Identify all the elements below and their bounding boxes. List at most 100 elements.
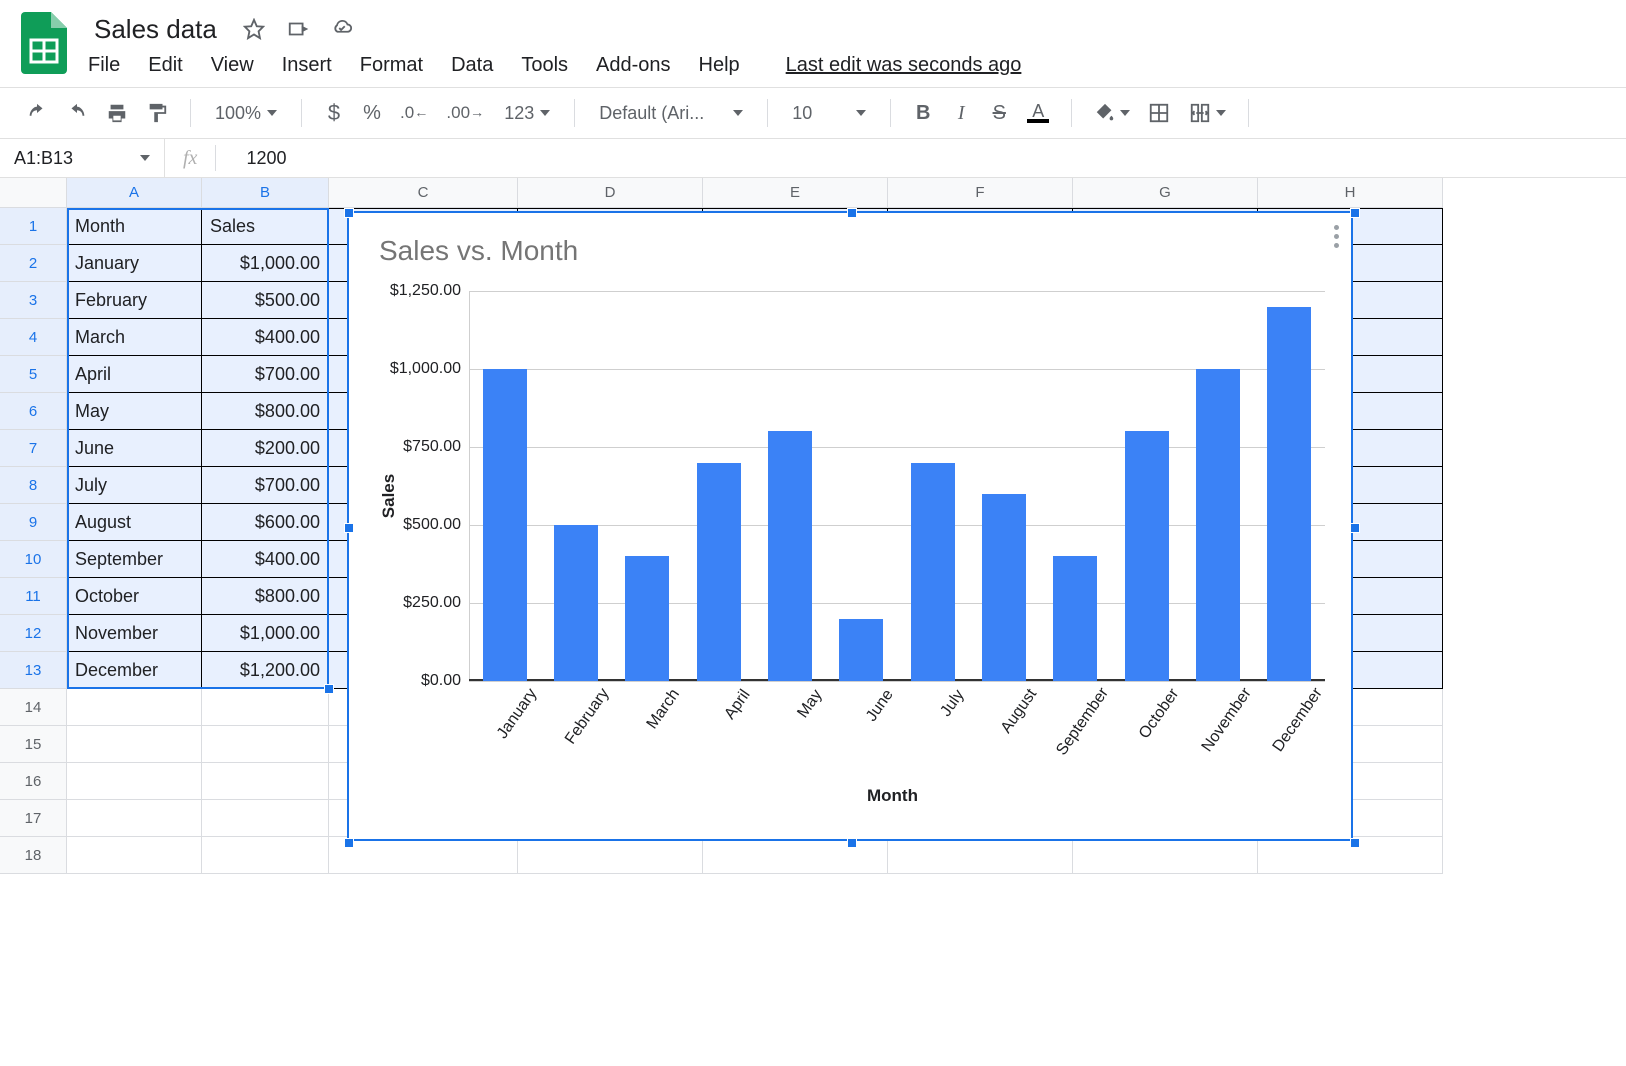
cell-B9[interactable]: $600.00 [202,504,329,541]
column-header-F[interactable]: F [888,178,1073,208]
cell-E18[interactable] [703,837,888,874]
cell-D18[interactable] [518,837,703,874]
menu-view[interactable]: View [211,54,254,77]
cell-A17[interactable] [67,800,202,837]
chart-resize-handle[interactable] [847,208,857,218]
italic-button[interactable]: I [945,95,977,131]
cell-A4[interactable]: March [67,319,202,356]
cell-B5[interactable]: $700.00 [202,356,329,393]
merge-cells-button[interactable] [1182,95,1232,131]
font-select[interactable]: Default (Ari... [591,103,751,124]
row-header-9[interactable]: 9 [0,504,67,541]
cell-B4[interactable]: $400.00 [202,319,329,356]
sheets-logo-icon[interactable] [18,8,70,78]
menu-addons[interactable]: Add-ons [596,54,671,77]
cell-A9[interactable]: August [67,504,202,541]
cell-B10[interactable]: $400.00 [202,541,329,578]
paint-format-button[interactable] [140,95,174,131]
strikethrough-button[interactable]: S [983,95,1015,131]
cell-B1[interactable]: Sales [202,208,329,245]
cell-A1[interactable]: Month [67,208,202,245]
row-header-3[interactable]: 3 [0,282,67,319]
chart-bar[interactable] [697,463,741,681]
chart-resize-handle[interactable] [1350,523,1360,533]
menu-format[interactable]: Format [360,54,423,77]
cell-A15[interactable] [67,726,202,763]
move-icon[interactable] [285,16,311,42]
decrease-decimal-button[interactable]: .0← [394,95,434,131]
redo-button[interactable] [60,95,94,131]
last-edit-link[interactable]: Last edit was seconds ago [786,54,1022,77]
percent-button[interactable]: % [356,95,388,131]
menu-file[interactable]: File [88,54,120,77]
row-header-14[interactable]: 14 [0,689,67,726]
row-header-1[interactable]: 1 [0,208,67,245]
chart-bar[interactable] [1196,369,1240,681]
cell-B17[interactable] [202,800,329,837]
cell-A10[interactable]: September [67,541,202,578]
cell-B3[interactable]: $500.00 [202,282,329,319]
row-header-6[interactable]: 6 [0,393,67,430]
cell-A14[interactable] [67,689,202,726]
selection-handle[interactable] [324,684,334,694]
chart-bar[interactable] [911,463,955,681]
column-header-G[interactable]: G [1073,178,1258,208]
cell-B7[interactable]: $200.00 [202,430,329,467]
bold-button[interactable]: B [907,95,939,131]
chart-menu-icon[interactable] [1334,225,1339,248]
row-header-4[interactable]: 4 [0,319,67,356]
cell-A18[interactable] [67,837,202,874]
cell-A13[interactable]: December [67,652,202,689]
row-header-11[interactable]: 11 [0,578,67,615]
column-header-B[interactable]: B [202,178,329,208]
cell-B12[interactable]: $1,000.00 [202,615,329,652]
row-header-10[interactable]: 10 [0,541,67,578]
cell-B11[interactable]: $800.00 [202,578,329,615]
cell-B6[interactable]: $800.00 [202,393,329,430]
cell-C18[interactable] [329,837,518,874]
column-header-E[interactable]: E [703,178,888,208]
row-header-7[interactable]: 7 [0,430,67,467]
column-header-C[interactable]: C [329,178,518,208]
chart-bar[interactable] [982,494,1026,681]
chart-resize-handle[interactable] [847,838,857,848]
font-size-select[interactable]: 10 [784,103,874,124]
embedded-chart[interactable]: Sales vs. Month Sales Month $0.00$250.00… [347,211,1353,841]
cell-A12[interactable]: November [67,615,202,652]
chart-resize-handle[interactable] [344,838,354,848]
increase-decimal-button[interactable]: .00→ [440,95,490,131]
currency-button[interactable]: $ [318,95,350,131]
number-format-select[interactable]: 123 [496,103,558,124]
menu-insert[interactable]: Insert [282,54,332,77]
cloud-status-icon[interactable] [329,16,355,42]
cell-A3[interactable]: February [67,282,202,319]
cell-B18[interactable] [202,837,329,874]
chart-resize-handle[interactable] [1350,208,1360,218]
name-box[interactable]: A1:B13 [0,139,165,177]
cell-A7[interactable]: June [67,430,202,467]
chart-bar[interactable] [1267,307,1311,681]
menu-data[interactable]: Data [451,54,493,77]
chart-resize-handle[interactable] [1350,838,1360,848]
cell-B13[interactable]: $1,200.00 [202,652,329,689]
cell-B14[interactable] [202,689,329,726]
chart-bar[interactable] [768,431,812,681]
formula-bar-input[interactable]: 1200 [216,148,286,169]
row-header-13[interactable]: 13 [0,652,67,689]
undo-button[interactable] [20,95,54,131]
cell-B8[interactable]: $700.00 [202,467,329,504]
chart-bar[interactable] [1053,556,1097,681]
chart-bar[interactable] [625,556,669,681]
fill-color-button[interactable] [1088,95,1136,131]
chart-bar[interactable] [1125,431,1169,681]
row-header-15[interactable]: 15 [0,726,67,763]
chart-bar[interactable] [554,525,598,681]
cell-A6[interactable]: May [67,393,202,430]
cell-A16[interactable] [67,763,202,800]
borders-button[interactable] [1142,95,1176,131]
chart-resize-handle[interactable] [344,523,354,533]
cell-B16[interactable] [202,763,329,800]
cell-B2[interactable]: $1,000.00 [202,245,329,282]
spreadsheet-grid[interactable]: ABCDEFGH 1MonthSales2January$1,000.003Fe… [0,178,1626,874]
cell-A11[interactable]: October [67,578,202,615]
